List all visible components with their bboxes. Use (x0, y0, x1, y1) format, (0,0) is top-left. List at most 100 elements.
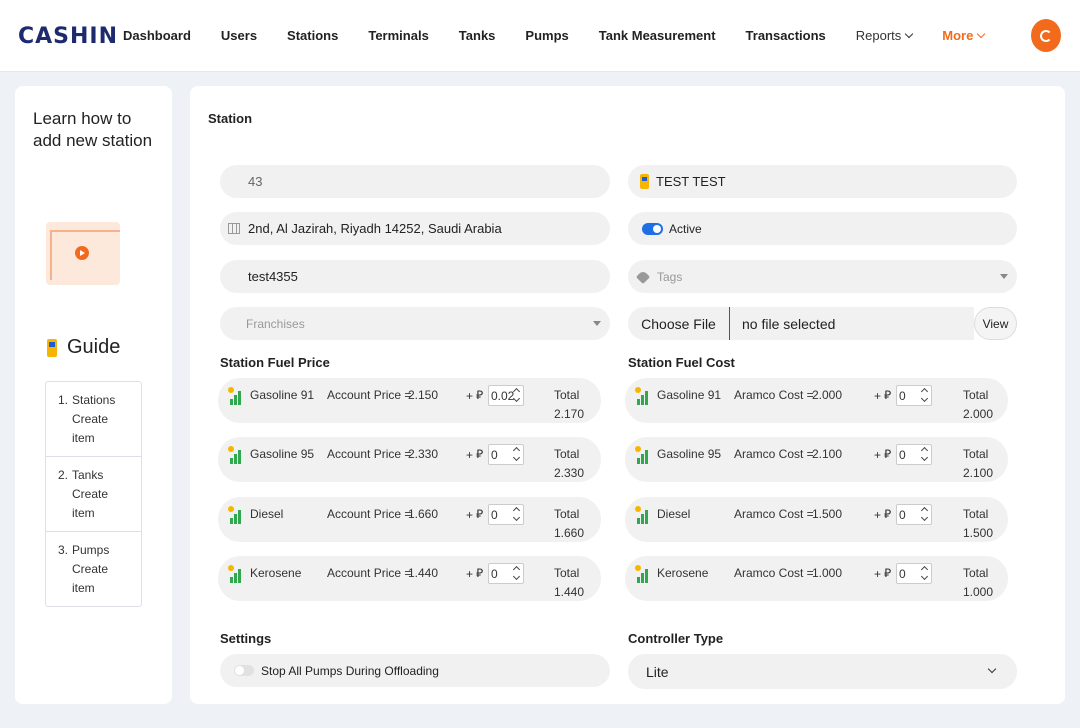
nav-reports-dropdown[interactable]: Reports (855, 28, 914, 43)
guide-step-pumps[interactable]: 3. Pumps Create item (46, 532, 141, 606)
adjust-stepper[interactable]: 0 (488, 504, 524, 525)
guide-heading: Guide (47, 336, 120, 359)
fuel-bar (230, 518, 233, 524)
fuel-bar (637, 577, 640, 583)
total-label: Total (554, 507, 580, 521)
price-value: 1.500 (812, 507, 843, 521)
nav-users[interactable]: Users (221, 28, 257, 43)
fuel-gauge-icon (635, 565, 649, 583)
adjust-stepper[interactable]: 0.02 (488, 385, 524, 406)
price-label: Account Price = (327, 388, 412, 402)
nav-tanks[interactable]: Tanks (459, 28, 496, 43)
nav-dashboard[interactable]: Dashboard (123, 28, 191, 43)
stepper-arrows-icon[interactable] (922, 389, 928, 401)
adjust-stepper[interactable]: 0 (488, 563, 524, 584)
station-id-field[interactable]: 43 (220, 165, 610, 198)
fuel-pump-icon (640, 174, 650, 189)
step-title: Tanks (72, 468, 104, 482)
caret-down-icon (593, 321, 601, 326)
stepper-arrows-icon[interactable] (922, 448, 928, 460)
user-avatar[interactable] (1031, 19, 1061, 52)
adjust-value: 0 (491, 447, 498, 462)
chevron-down-icon (977, 29, 986, 39)
nav-reports-label: Reports (855, 28, 902, 43)
fuel-row-gasoline-95: Gasoline 95 Aramco Cost = 2.100 + ⃁ 0 Total 2.1… (625, 437, 1008, 482)
stepper-arrows-icon[interactable] (514, 508, 520, 520)
station-name-field[interactable]: TEST TEST (628, 165, 1017, 198)
nav-tank-measurement[interactable]: Tank Measurement (599, 28, 716, 43)
adjust-stepper[interactable]: 0 (488, 444, 524, 465)
price-value: 2.100 (812, 447, 843, 461)
tutorial-video-thumbnail[interactable] (46, 222, 120, 285)
step-number: 1. (58, 393, 69, 407)
caret-down-icon (1000, 274, 1008, 279)
fuel-dot (635, 387, 641, 393)
choose-file-button[interactable]: Choose File (628, 307, 730, 340)
stepper-arrows-icon[interactable] (514, 567, 520, 579)
franchises-select[interactable]: Franchises (220, 307, 610, 340)
step-sub: Create item (72, 562, 109, 595)
cashin-logo[interactable]: CASHIN (18, 24, 118, 49)
total-value: 1.000 (963, 585, 994, 599)
view-button[interactable]: View (974, 307, 1017, 340)
stepper-arrows-icon[interactable] (514, 389, 520, 401)
stepper-arrows-icon[interactable] (922, 567, 928, 579)
adjust-stepper[interactable]: 0 (896, 563, 932, 584)
price-value: 1.000 (812, 566, 843, 580)
fuel-dot (228, 506, 234, 512)
file-status-text: no file selected (730, 307, 974, 340)
settings-title: Settings (220, 631, 272, 646)
fuel-bar (645, 510, 648, 524)
total-label: Total (554, 447, 580, 461)
fuel-name: Gasoline 95 (250, 447, 315, 461)
price-label: Aramco Cost = (734, 566, 814, 580)
station-code-value: test4355 (248, 269, 298, 284)
total-value: 1.440 (554, 585, 585, 599)
fuel-bar (637, 399, 640, 405)
nav-terminals[interactable]: Terminals (368, 28, 428, 43)
nav-transactions[interactable]: Transactions (746, 28, 826, 43)
fuel-name: Gasoline 95 (657, 447, 722, 461)
price-value: 1.440 (408, 566, 439, 580)
riyal-icon: ⃁ (884, 566, 892, 580)
step-text: Tanks Create item (72, 466, 128, 523)
top-navigation-bar: CASHIN Dashboard Users Stations Terminal… (0, 0, 1080, 72)
adjust-stepper[interactable]: 0 (896, 444, 932, 465)
fuel-bar (641, 395, 644, 405)
guide-title: Guide (67, 336, 121, 358)
fuel-name: Kerosene (250, 566, 302, 580)
stop-pumps-toggle[interactable] (234, 665, 254, 676)
guide-step-stations[interactable]: 1. Stations Create item (46, 382, 141, 457)
active-toggle[interactable] (642, 222, 663, 235)
fuel-bar (645, 569, 648, 583)
station-code-field[interactable]: test4355 (220, 260, 610, 293)
fuel-name: Kerosene (657, 566, 709, 580)
station-section-title: Station (208, 111, 253, 126)
price-value: 2.000 (812, 388, 843, 402)
step-sub: Create item (72, 487, 109, 520)
adjust-value: 0 (899, 507, 906, 522)
stop-pumps-label: Stop All Pumps During Offloading (261, 663, 439, 678)
station-address-value: 2nd, Al Jazirah, Riyadh 14252, Saudi Ara… (248, 221, 502, 236)
fuel-row-kerosene: Kerosene Aramco Cost = 1.000 + ⃁ 0 Total 1.000 (625, 556, 1008, 601)
stepper-arrows-icon[interactable] (922, 508, 928, 520)
guide-step-tanks[interactable]: 2. Tanks Create item (46, 457, 141, 532)
stepper-arrows-icon[interactable] (514, 448, 520, 460)
adjust-stepper[interactable]: 0 (896, 504, 932, 525)
nav-more-dropdown[interactable]: More (942, 28, 986, 43)
active-label: Active (669, 221, 702, 236)
nav-stations[interactable]: Stations (287, 28, 338, 43)
total-label: Total (963, 566, 989, 580)
fuel-bar (238, 510, 241, 524)
play-icon[interactable] (75, 246, 89, 260)
plus-sign: + (874, 448, 882, 462)
controller-type-title: Controller Type (628, 631, 724, 646)
station-address-field[interactable]: 2nd, Al Jazirah, Riyadh 14252, Saudi Ara… (220, 212, 610, 245)
tags-select[interactable]: Tags (628, 260, 1017, 293)
controller-type-select[interactable]: Lite (628, 654, 1017, 689)
riyal-icon: ⃁ (476, 566, 484, 580)
nav-pumps[interactable]: Pumps (525, 28, 568, 43)
fuel-bar (238, 569, 241, 583)
adjust-stepper[interactable]: 0 (896, 385, 932, 406)
total-value: 2.100 (963, 466, 994, 480)
